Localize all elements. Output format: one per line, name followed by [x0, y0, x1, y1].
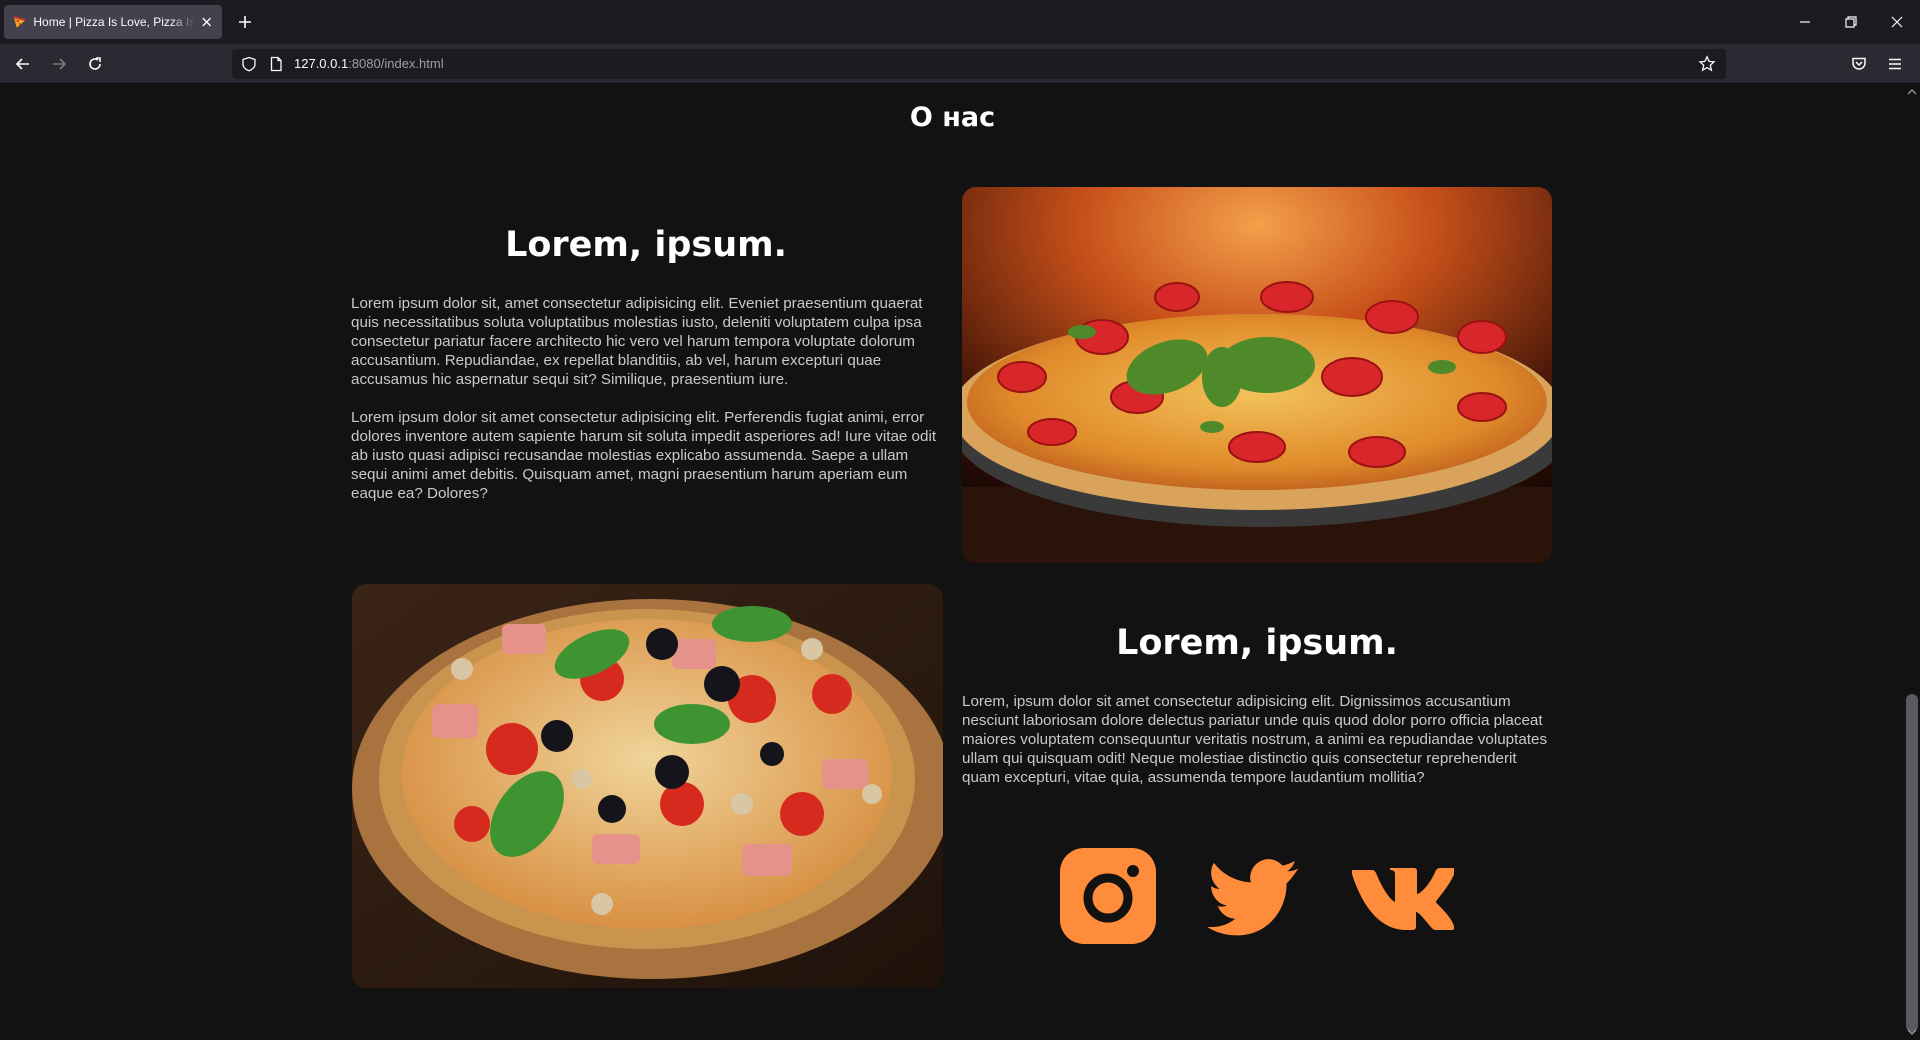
menu-icon[interactable]: [1886, 55, 1904, 73]
bookmark-star-icon[interactable]: [1698, 55, 1716, 73]
twitter-icon: [1207, 859, 1299, 936]
address-bar[interactable]: 127.0.0.1:8080/index.html: [232, 49, 1726, 79]
scroll-up-arrow-icon[interactable]: [1907, 87, 1917, 97]
pizza-favicon-icon: [13, 16, 26, 28]
browser-tab[interactable]: Home | Pizza Is Love, Pizza Is Life: [4, 5, 222, 39]
block1-paragraph-1: Lorem ipsum dolor sit, amet consectetur …: [351, 295, 923, 388]
pocket-icon[interactable]: [1850, 55, 1868, 73]
reload-icon[interactable]: [86, 55, 104, 73]
block2-paragraph-1: Lorem, ipsum dolor sit amet consectetur …: [962, 693, 1548, 786]
close-tab-icon[interactable]: [199, 14, 214, 30]
minimize-icon[interactable]: [1797, 14, 1813, 30]
vk-link[interactable]: [1350, 848, 1456, 944]
twitter-link[interactable]: [1207, 848, 1301, 944]
vk-icon: [1352, 868, 1456, 930]
block1-heading: Lorem, ipsum.: [505, 225, 787, 265]
navigation-toolbar: 127.0.0.1:8080/index.html: [0, 44, 1920, 84]
url-text[interactable]: 127.0.0.1:8080/index.html: [294, 56, 444, 71]
instagram-link[interactable]: [1060, 848, 1156, 944]
page-scrollbar[interactable]: [1904, 84, 1920, 1040]
forward-icon[interactable]: [50, 55, 68, 73]
new-tab-icon[interactable]: [236, 13, 254, 31]
block2-heading: Lorem, ipsum.: [1116, 623, 1398, 663]
tab-title: Home | Pizza Is Love, Pizza Is Life: [33, 15, 195, 29]
section-title: О нас: [909, 102, 996, 133]
restore-icon[interactable]: [1843, 14, 1859, 30]
url-path: :8080/index.html: [348, 56, 444, 71]
pizza-photo-1: [962, 187, 1552, 563]
block1-text: Lorem ipsum dolor sit, amet consectetur …: [351, 294, 943, 522]
scroll-down-arrow-icon[interactable]: [1907, 1027, 1917, 1037]
block2-text: Lorem, ipsum dolor sit amet consectetur …: [962, 692, 1554, 806]
browser-tab-bar: Home | Pizza Is Love, Pizza Is Life: [0, 0, 1920, 44]
shield-icon[interactable]: [241, 56, 257, 72]
pizza-photo-2: [352, 584, 943, 988]
page-icon: [270, 56, 282, 72]
instagram-icon: [1060, 848, 1156, 944]
pizza-image-1: [962, 187, 1552, 563]
block1-paragraph-2: Lorem ipsum dolor sit amet consectetur a…: [351, 409, 937, 502]
close-window-icon[interactable]: [1889, 14, 1905, 30]
scrollbar-thumb[interactable]: [1906, 694, 1918, 1032]
pizza-image-2: [352, 584, 943, 988]
back-icon[interactable]: [14, 55, 32, 73]
url-host: 127.0.0.1: [294, 56, 349, 71]
page-viewport: О нас Lorem, ipsum. Lorem ipsum dolor si…: [0, 84, 1920, 1040]
